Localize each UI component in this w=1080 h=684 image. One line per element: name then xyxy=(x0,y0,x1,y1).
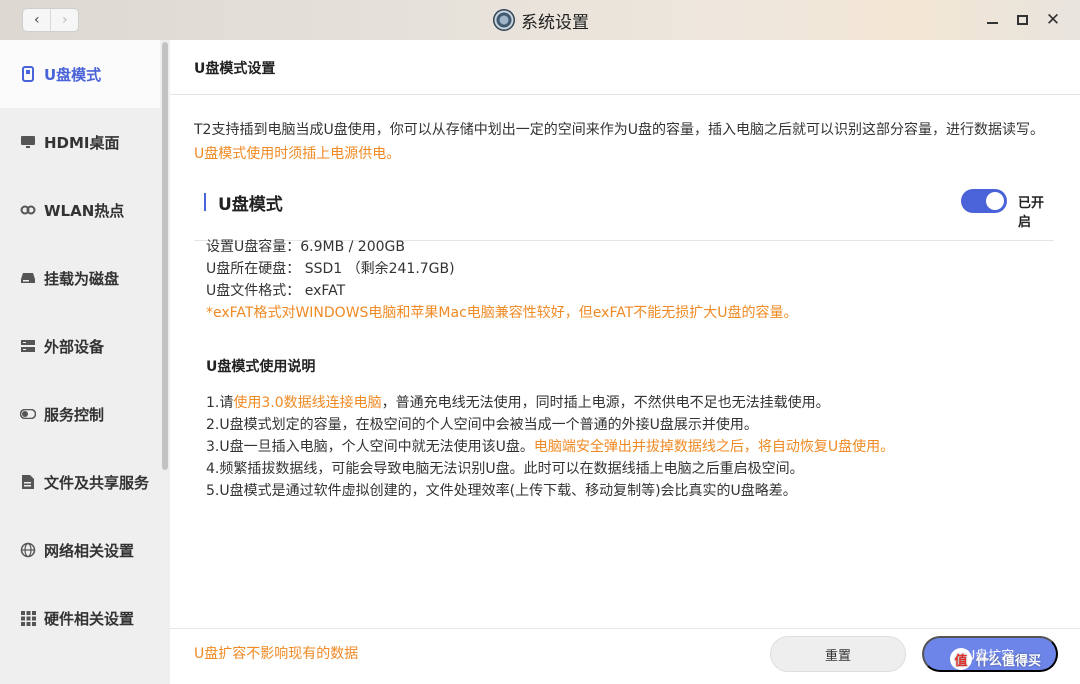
watermark-logo-icon: 值 xyxy=(950,648,972,670)
sidebar-item-label: 硬件相关设置 xyxy=(44,609,135,628)
toggle-icon xyxy=(20,406,36,422)
description-text: T2支持插到电脑当成U盘使用，你可以从存储中划出一定的空间来作为U盘的容量，插入… xyxy=(194,122,1044,138)
usage-highlight: 使用3.0数据线连接电脑 xyxy=(233,395,382,411)
footer-note: U盘扩容不影响现有的数据 xyxy=(194,646,359,662)
usage-text: ，普通充电线无法使用，同时插上电源，不然供电不足也无法挂载使用。 xyxy=(381,395,830,411)
main-panel: U盘模式设置 T2支持插到电脑当成U盘使用，你可以从存储中划出一定的空间来作为U… xyxy=(170,40,1080,684)
usage-title: U盘模式使用说明 xyxy=(206,359,316,375)
format-info: U盘文件格式： exFAT xyxy=(206,283,346,299)
globe-icon xyxy=(20,542,36,558)
chevron-left-icon: ‹ xyxy=(33,12,40,28)
usage-text: 1.请 xyxy=(206,395,234,411)
monitor-icon xyxy=(20,134,36,150)
window-title: 系统设置 xyxy=(521,12,589,33)
sidebar: U盘模式 HDMI桌面 WLAN热点 挂载为磁盘 外部设备 服务控制 文件及共享… xyxy=(0,40,170,684)
sidebar-scrollbar[interactable] xyxy=(160,40,170,684)
capacity-info: 设置U盘容量：6.9MB / 200GB xyxy=(206,239,405,255)
sidebar-item-hardware[interactable]: 硬件相关设置 xyxy=(0,584,160,652)
main-header: U盘模式设置 xyxy=(170,40,1080,95)
minimize-icon xyxy=(986,22,998,24)
sidebar-item-label: 网络相关设置 xyxy=(44,541,135,560)
sidebar-item-label: WLAN热点 xyxy=(44,201,125,220)
section-accent-bar xyxy=(204,193,206,211)
sidebar-item-mount-disk[interactable]: 挂载为磁盘 xyxy=(0,244,160,312)
app-logo-icon xyxy=(493,9,515,31)
usage-highlight: 电脑端安全弹出并拔掉数据线之后，将自动恢复U盘使用。 xyxy=(533,439,895,455)
section-title: U盘模式 xyxy=(218,195,283,215)
sidebar-item-network[interactable]: 网络相关设置 xyxy=(0,516,160,584)
link-icon xyxy=(20,202,36,218)
reset-button[interactable]: 重置 xyxy=(770,636,906,672)
usage-item: 4.频繁插拔数据线，可能会导致电脑无法识别U盘。此时可以在数据线插上电脑之后重启… xyxy=(206,461,804,477)
sidebar-item-label: HDMI桌面 xyxy=(44,133,120,152)
minimize-button[interactable] xyxy=(982,10,1002,30)
sidebar-item-label: 服务控制 xyxy=(44,405,105,424)
usage-item: 3.U盘一旦插入电脑，个人空间中就无法使用该U盘。电脑端安全弹出并拔掉数据线之后… xyxy=(206,436,894,458)
disk-info: U盘所在硬盘： SSD1 （剩余241.7GB) xyxy=(206,261,455,277)
footer-bar: U盘扩容不影响现有的数据 重置 U盘扩容 xyxy=(170,628,1080,684)
sidebar-item-label: 外部设备 xyxy=(44,337,105,356)
file-icon xyxy=(20,474,36,490)
maximize-icon xyxy=(1016,15,1028,25)
window-title-group: 系统设置 xyxy=(493,7,589,33)
watermark: 值 什么值得买 xyxy=(950,644,1041,674)
power-warning: U盘模式使用时须插上电源供电。 xyxy=(194,146,401,162)
sidebar-item-file-sharing[interactable]: 文件及共享服务 xyxy=(0,448,160,516)
sidebar-item-label: 文件及共享服务 xyxy=(44,473,150,492)
device-icon xyxy=(20,338,36,354)
nav-buttons: ‹ › xyxy=(22,8,79,32)
toggle-knob xyxy=(986,192,1004,210)
sidebar-item-wlan[interactable]: WLAN热点 xyxy=(0,176,160,244)
sidebar-item-label: 挂载为磁盘 xyxy=(44,269,120,288)
chevron-right-icon: › xyxy=(61,12,68,28)
usb-drive-icon xyxy=(20,66,36,82)
sidebar-scrollbar-thumb[interactable] xyxy=(162,42,168,470)
watermark-text: 什么值得买 xyxy=(976,653,1042,669)
maximize-button[interactable] xyxy=(1012,10,1032,30)
close-icon: ✕ xyxy=(1045,9,1061,30)
usage-list: 1.请使用3.0数据线连接电脑，普通充电线无法使用，同时插上电源，不然供电不足也… xyxy=(206,392,894,502)
usb-mode-toggle[interactable] xyxy=(961,189,1007,213)
sidebar-item-usb-mode[interactable]: U盘模式 xyxy=(0,40,160,108)
usage-text: 3.U盘一旦插入电脑，个人空间中就无法使用该U盘。 xyxy=(206,439,534,455)
sidebar-item-service-control[interactable]: 服务控制 xyxy=(0,380,160,448)
title-bar: ‹ › 系统设置 ✕ xyxy=(0,0,1080,40)
back-button[interactable]: ‹ xyxy=(23,9,50,31)
description: T2支持插到电脑当成U盘使用，你可以从存储中划出一定的空间来作为U盘的容量，插入… xyxy=(194,118,1054,166)
usage-item: 1.请使用3.0数据线连接电脑，普通充电线无法使用，同时插上电源，不然供电不足也… xyxy=(206,392,894,414)
sidebar-item-label: U盘模式 xyxy=(44,65,102,84)
sidebar-item-external-devices[interactable]: 外部设备 xyxy=(0,312,160,380)
usage-item: 5.U盘模式是通过软件虚拟创建的，文件处理效率(上传下载、移动复制等)会比真实的… xyxy=(206,483,797,499)
page-title: U盘模式设置 xyxy=(194,61,276,77)
usb-mode-section: U盘模式 已开启 xyxy=(194,185,1054,241)
toggle-status-label: 已开启 xyxy=(1018,196,1045,230)
usb-info: 设置U盘容量：6.9MB / 200GB U盘所在硬盘： SSD1 （剩余241… xyxy=(206,236,798,324)
sidebar-item-hdmi[interactable]: HDMI桌面 xyxy=(0,108,160,176)
usage-item: 2.U盘模式划定的容量，在极空间的个人空间中会被当成一个普通的外接U盘展示并使用… xyxy=(206,417,758,433)
exfat-note: *exFAT格式对WINDOWS电脑和苹果Mac电脑兼容性较好，但exFAT不能… xyxy=(206,305,798,321)
grid-icon xyxy=(20,610,36,626)
close-button[interactable]: ✕ xyxy=(1043,10,1063,30)
forward-button[interactable]: › xyxy=(50,9,78,31)
disk-icon xyxy=(20,270,36,286)
